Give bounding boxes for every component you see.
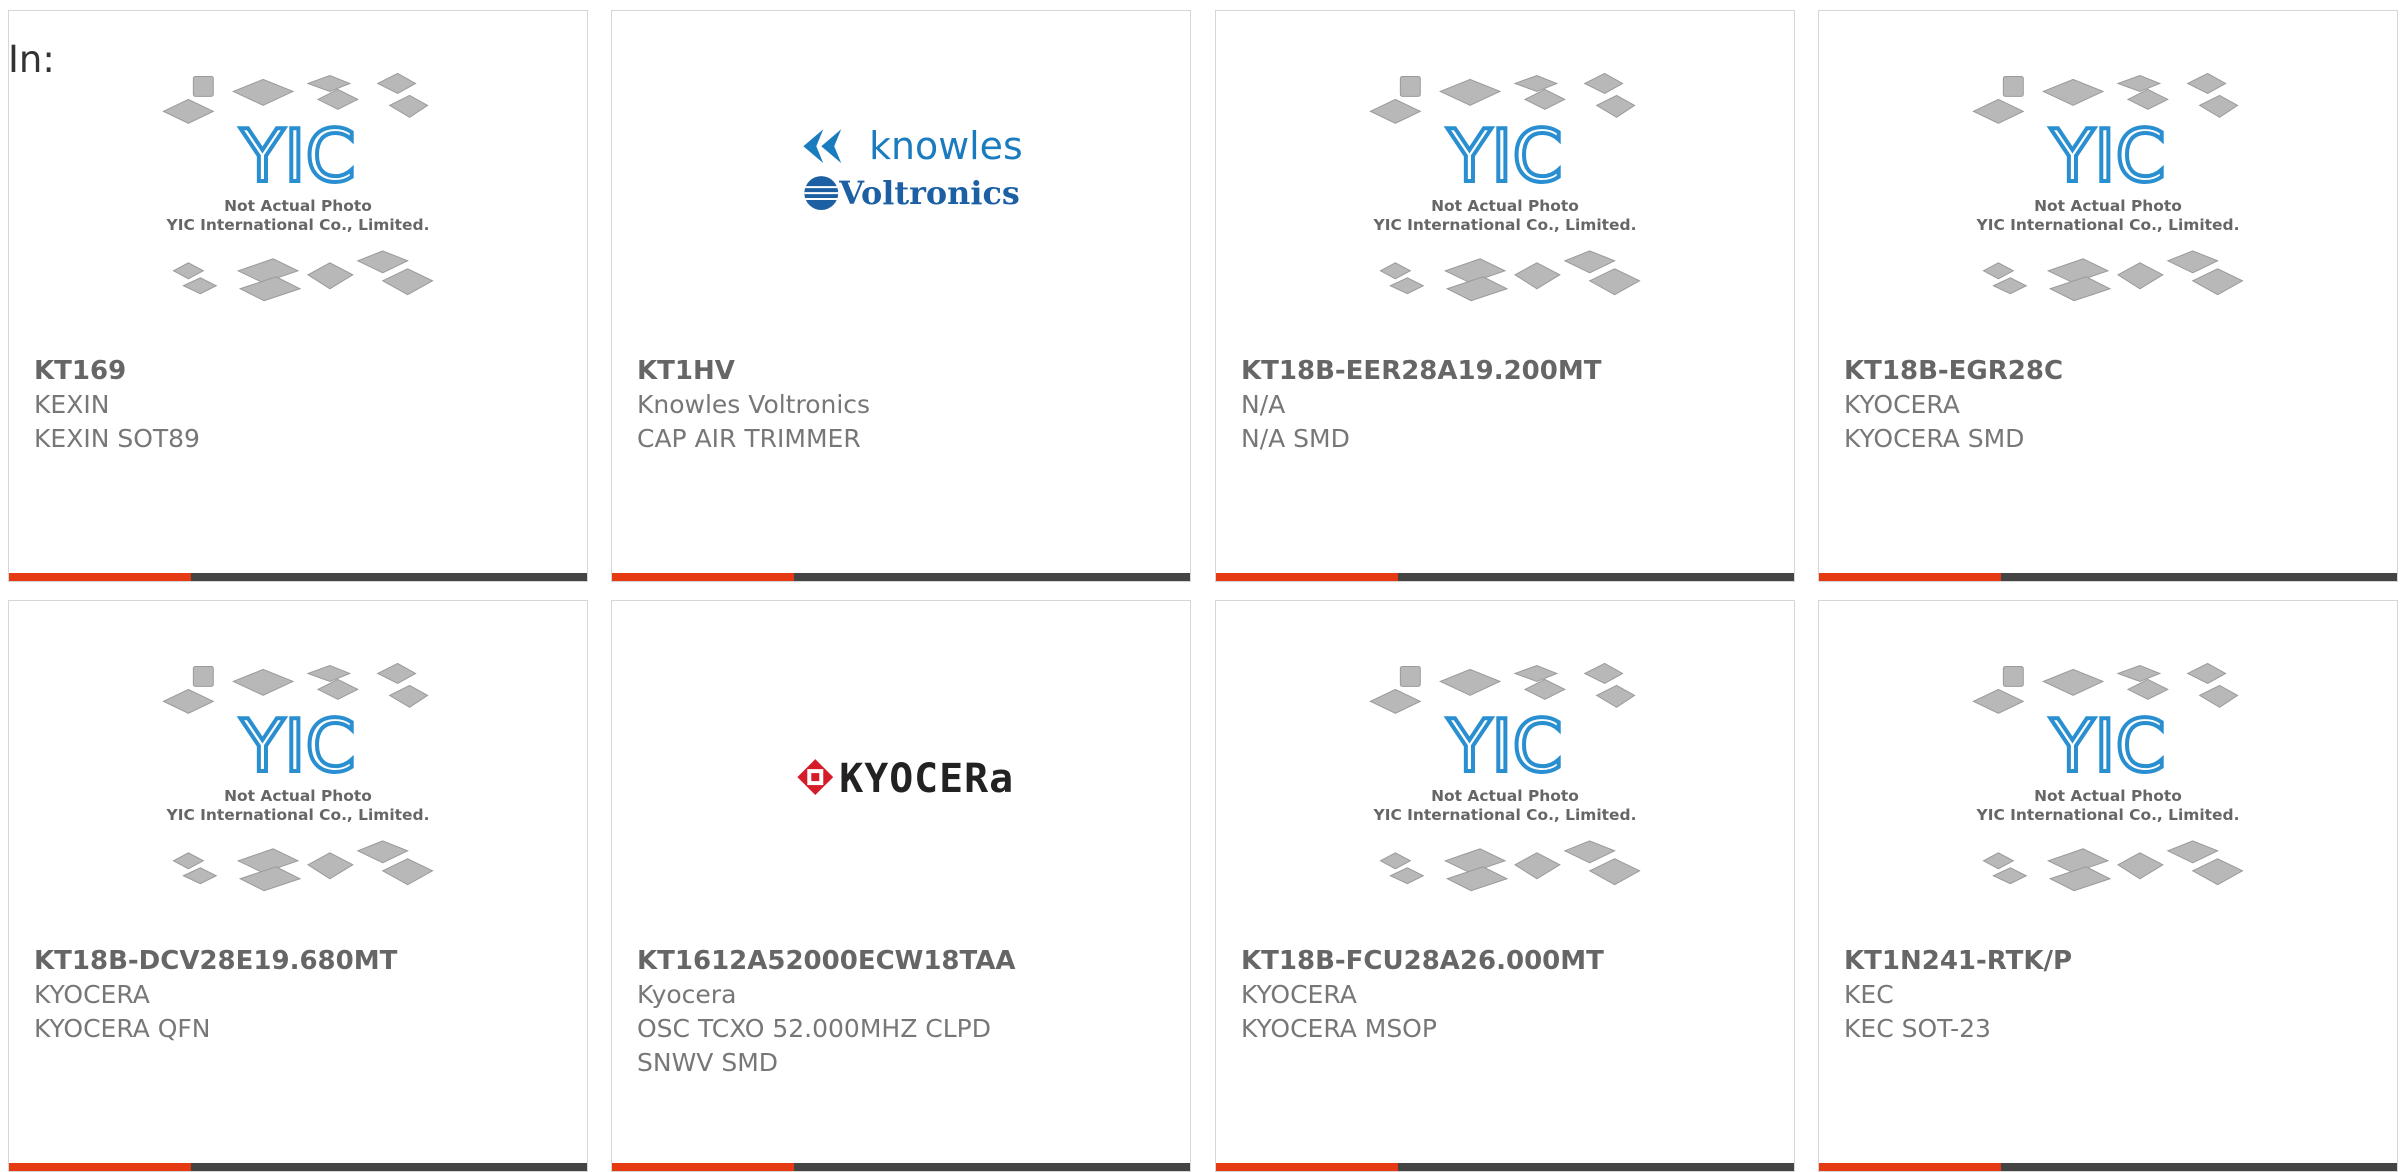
manufacturer: N/A [1241, 390, 1286, 419]
card-bar [612, 573, 1190, 581]
part-number[interactable]: KT1N241-RTK/P [1844, 944, 2377, 978]
placeholder-line1: Not Actual Photo [2034, 787, 2182, 805]
card-bar [1819, 1163, 2397, 1171]
product-card[interactable]: knowles Voltronics KT1HV Knowles Voltron… [611, 10, 1191, 582]
part-number[interactable]: KT169 [34, 354, 567, 388]
description: CAP AIR TRIMMER [637, 424, 861, 453]
product-card[interactable]: YIC Not Actual Photo YIC International C… [8, 10, 588, 582]
placeholder-line2: YIC International Co., Limited. [1976, 216, 2240, 234]
kyocera-logo: KYOCERa [797, 756, 1014, 802]
placeholder-line2: YIC International Co., Limited. [166, 806, 430, 824]
product-card[interactable]: YIC Not Actual Photo YIC International C… [1818, 600, 2398, 1172]
svg-text:YIC: YIC [239, 114, 355, 198]
description: N/A SMD [1241, 424, 1350, 453]
description: KEXIN SOT89 [34, 424, 200, 453]
placeholder-line2: YIC International Co., Limited. [1373, 216, 1637, 234]
product-card[interactable]: YIC Not Actual Photo YIC International C… [8, 600, 588, 1172]
product-grid: YIC Not Actual Photo YIC International C… [0, 0, 2400, 1172]
part-number[interactable]: KT18B-DCV28E19.680MT [34, 944, 567, 978]
description: KYOCERA QFN [34, 1014, 211, 1043]
manufacturer: KEXIN [34, 390, 110, 419]
product-card[interactable]: KYOCERa KT1612A52000ECW18TAA Kyocera OSC… [611, 600, 1191, 1172]
svg-text:YIC: YIC [2049, 704, 2165, 788]
placeholder-line2: YIC International Co., Limited. [1373, 806, 1637, 824]
voltronics-logo-text: Voltronics [838, 174, 1020, 212]
manufacturer: KEC [1844, 980, 1894, 1009]
placeholder-line1: Not Actual Photo [1431, 197, 1579, 215]
placeholder-line1: Not Actual Photo [1431, 787, 1579, 805]
filter-label: In: [8, 38, 55, 81]
part-number[interactable]: KT18B-FCU28A26.000MT [1241, 944, 1774, 978]
placeholder-line1: Not Actual Photo [224, 197, 372, 215]
manufacturer: KYOCERA [1844, 390, 1960, 419]
kyocera-logo-text: KYOCERa [839, 756, 1014, 802]
product-card[interactable]: YIC Not Actual Photo YIC International C… [1215, 10, 1795, 582]
placeholder-line1: Not Actual Photo [224, 787, 372, 805]
svg-text:YIC: YIC [2049, 114, 2165, 198]
placeholder-line2: YIC International Co., Limited. [1976, 806, 2240, 824]
svg-text:YIC: YIC [1446, 114, 1562, 198]
yic-placeholder-image: YIC Not Actual Photo YIC International C… [1369, 662, 1641, 892]
description: KEC SOT-23 [1844, 1014, 1991, 1043]
part-number[interactable]: KT18B-EER28A19.200MT [1241, 354, 1774, 388]
yic-placeholder-image: YIC Not Actual Photo YIC International C… [1972, 72, 2244, 302]
yic-placeholder-image: YIC Not Actual Photo YIC International C… [162, 72, 434, 302]
yic-placeholder-image: YIC Not Actual Photo YIC International C… [1972, 662, 2244, 892]
knowles-voltronics-logo: knowles Voltronics [803, 124, 1023, 212]
yic-placeholder-image: YIC Not Actual Photo YIC International C… [162, 662, 434, 892]
card-bar [1216, 1163, 1794, 1171]
manufacturer: Kyocera [637, 980, 737, 1009]
svg-text:YIC: YIC [1446, 704, 1562, 788]
part-number[interactable]: KT1HV [637, 354, 1170, 388]
placeholder-line1: Not Actual Photo [2034, 197, 2182, 215]
description: KYOCERA MSOP [1241, 1014, 1437, 1043]
card-bar [9, 573, 587, 581]
manufacturer: Knowles Voltronics [637, 390, 871, 419]
manufacturer: KYOCERA [34, 980, 150, 1009]
card-bar [9, 1163, 587, 1171]
description: OSC TCXO 52.000MHZ CLPD [637, 1014, 991, 1043]
product-card[interactable]: YIC Not Actual Photo YIC International C… [1818, 10, 2398, 582]
product-card[interactable]: YIC Not Actual Photo YIC International C… [1215, 600, 1795, 1172]
placeholder-line2: YIC International Co., Limited. [166, 216, 430, 234]
part-number[interactable]: KT1612A52000ECW18TAA [637, 944, 1170, 978]
part-number[interactable]: KT18B-EGR28C [1844, 354, 2377, 388]
knowles-logo-text: knowles [869, 124, 1023, 168]
card-bar [1819, 573, 2397, 581]
svg-text:YIC: YIC [239, 704, 355, 788]
yic-placeholder-image: YIC Not Actual Photo YIC International C… [1369, 72, 1641, 302]
card-bar [612, 1163, 1190, 1171]
description: KYOCERA SMD [1844, 424, 2025, 453]
manufacturer: KYOCERA [1241, 980, 1357, 1009]
card-bar [1216, 573, 1794, 581]
description-line2: SNWV SMD [637, 1048, 779, 1077]
